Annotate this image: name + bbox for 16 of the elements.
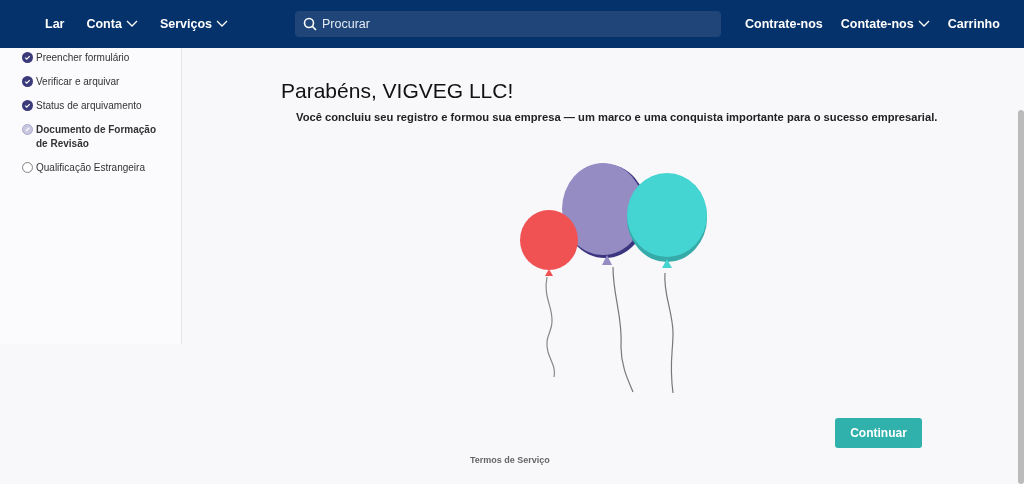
step-item[interactable]: Preencher formulário: [22, 51, 181, 65]
step-item[interactable]: Verificar e arquivar: [22, 75, 181, 89]
nav-link[interactable]: Serviços: [159, 17, 228, 31]
step-item[interactable]: Qualificação Estrangeira: [22, 161, 181, 175]
nav-link[interactable]: Contrate-nos: [745, 17, 823, 31]
nav-link[interactable]: Conta: [86, 17, 138, 31]
congrats-message: Você concluiu seu registro e formou sua empresa — um marco e uma conquista importante para o sucesso empresarial.: [296, 111, 939, 123]
search-field[interactable]: Procurar: [295, 11, 721, 37]
scrollbar-thumb[interactable]: [1018, 110, 1024, 484]
step-item[interactable]: Status de arquivamento: [22, 99, 181, 113]
terms-link[interactable]: Termos de Serviço: [470, 455, 550, 465]
step-item[interactable]: Documento de Formação de Revisão: [22, 123, 181, 151]
nav-link[interactable]: Lar: [45, 17, 65, 31]
nav-link[interactable]: Carrinho: [947, 17, 1000, 31]
nav-link[interactable]: Contate-nos: [840, 17, 930, 31]
page-title: Parabéns, VIGVEG LLC!: [281, 79, 515, 103]
